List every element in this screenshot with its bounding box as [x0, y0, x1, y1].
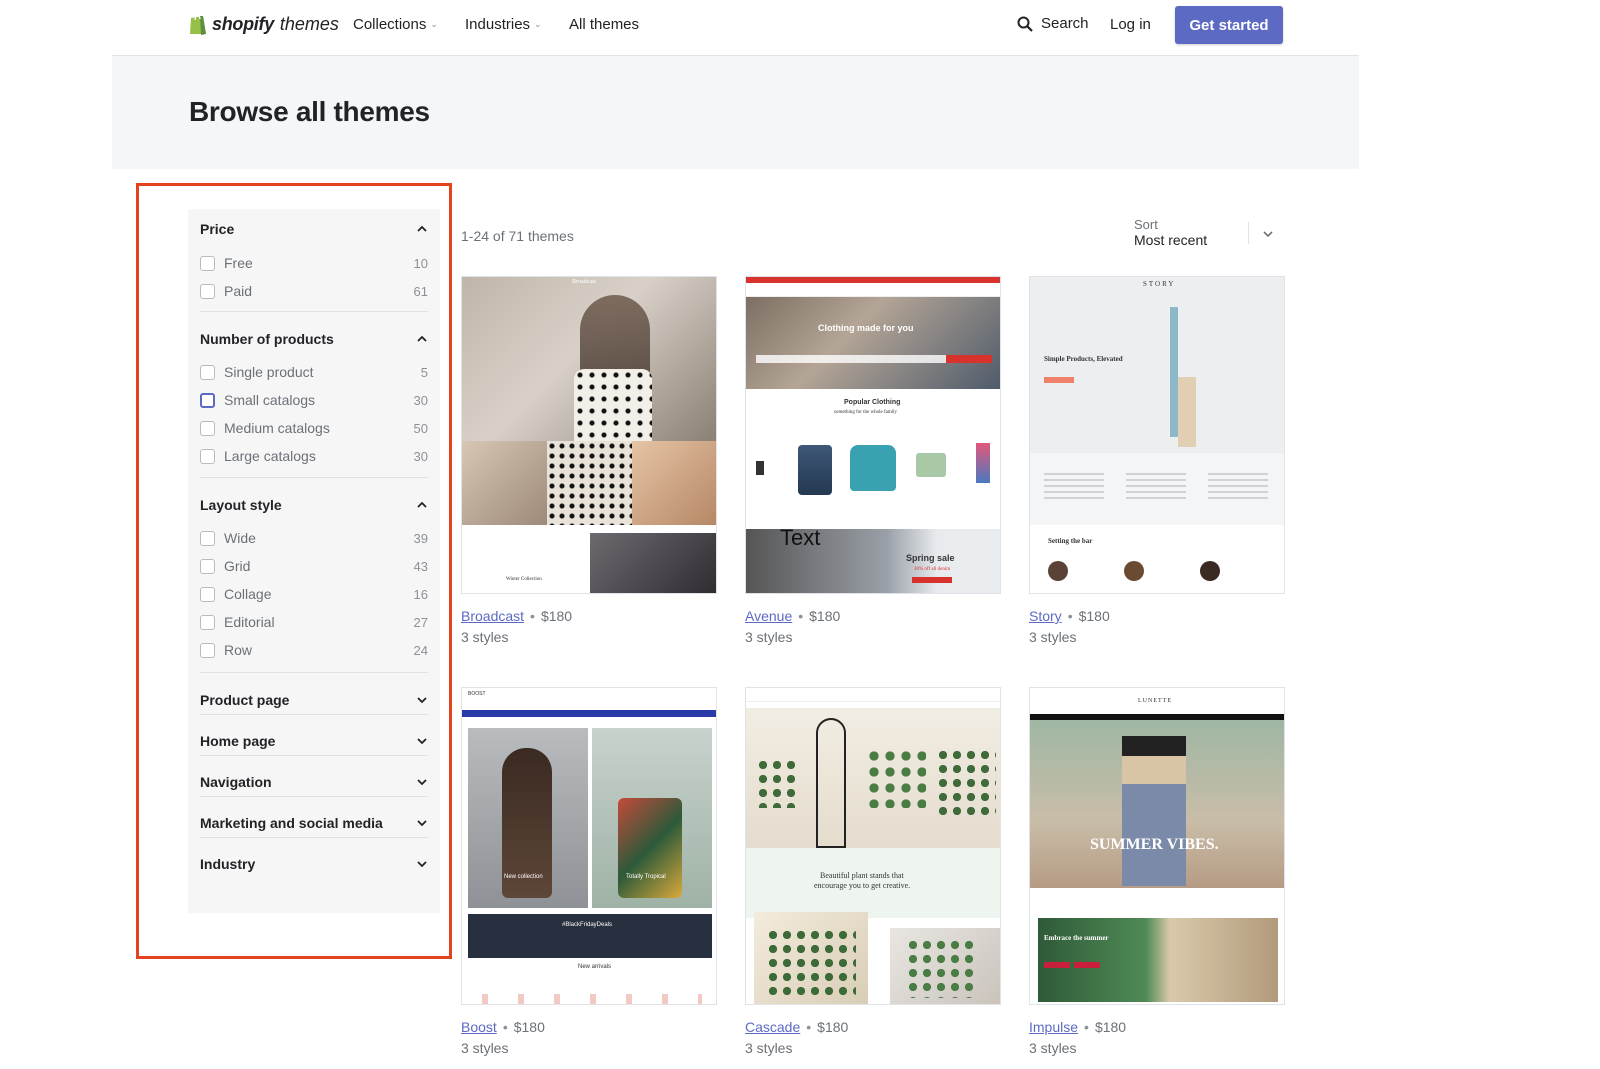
search-icon [1017, 16, 1033, 32]
theme-meta: Cascade • $180 [745, 1019, 1001, 1035]
top-navigation-bar: shopify themes Collections ⌄ Industries … [0, 0, 1600, 56]
separator-dot: • [1067, 608, 1073, 624]
theme-price: $180 [513, 1019, 545, 1035]
impulse-hero-text: SUMMER VIBES. [1090, 836, 1219, 853]
theme-name-link[interactable]: Avenue [745, 608, 792, 624]
shopify-themes-logo[interactable]: shopify themes [188, 12, 339, 36]
avenue-sale-subtitle: 30% off all denim [914, 567, 951, 572]
avenue-section-title: Popular Clothing [844, 399, 901, 406]
cascade-text-line1: Beautiful plant stands that [820, 871, 904, 880]
sort-label: Sort [1134, 217, 1158, 232]
theme-meta: Story • $180 [1029, 608, 1285, 624]
theme-name-link[interactable]: Cascade [745, 1019, 800, 1035]
login-link[interactable]: Log in [1110, 16, 1151, 33]
broadcast-promo: Winter Collection [506, 577, 542, 582]
nav-collections[interactable]: Collections ⌄ [353, 16, 438, 33]
chevron-down-icon: ⌄ [534, 19, 542, 29]
theme-meta: Broadcast • $180 [461, 608, 717, 624]
theme-price: $180 [1094, 1019, 1127, 1035]
search-label: Search [1041, 15, 1089, 32]
chevron-down-icon [1263, 231, 1273, 238]
sort-value: Most recent [1134, 232, 1208, 248]
filter-highlight-box [136, 183, 452, 959]
boost-banner: #BlackFridayDeals [562, 922, 613, 928]
theme-thumbnail[interactable]: LUNETTE SUMMER VIBES. Embrace the summer [1029, 687, 1285, 1005]
theme-price: $180 [1078, 608, 1110, 624]
theme-thumbnail[interactable]: BOOST New collection Totally Tropical #B… [461, 687, 717, 1005]
impulse-promo: Embrace the summer [1044, 934, 1109, 942]
brand-name: shopify [212, 13, 274, 34]
page-title: Browse all themes [189, 96, 430, 127]
avenue-sale-title: Spring sale [906, 553, 955, 563]
results-count: 1-24 of 71 themes [461, 228, 574, 244]
theme-name-link[interactable]: Boost [461, 1019, 497, 1035]
avenue-hero-text: Clothing made for you [818, 323, 914, 333]
theme-price: $180 [540, 608, 573, 624]
nav-collections-label: Collections [353, 16, 427, 33]
story-logo: STORY [1143, 280, 1176, 288]
theme-meta: Impulse • $180 [1029, 1019, 1285, 1035]
search-link[interactable]: Search [1017, 15, 1089, 32]
story-footer-heading: Setting the bar [1048, 537, 1093, 545]
boost-tag-tropical: Totally Tropical [626, 874, 666, 880]
nav-all-themes-label: All themes [569, 16, 640, 33]
theme-meta: Boost • $180 [461, 1019, 717, 1035]
theme-price: $180 [817, 1019, 849, 1035]
sort-divider [1248, 222, 1249, 244]
theme-styles-count: 3 styles [1029, 629, 1077, 645]
theme-styles-count: 3 styles [461, 1040, 509, 1056]
separator-dot: • [806, 1019, 812, 1035]
theme-thumbnail[interactable]: Beautiful plant stands that encourage yo… [745, 687, 1001, 1005]
get-started-button[interactable]: Get started [1175, 6, 1283, 44]
boost-logo: BOOST [468, 691, 486, 697]
theme-thumbnail[interactable]: Clothing made for you Popular Clothing s… [745, 276, 1001, 594]
boost-tag-new: New collection [504, 874, 543, 880]
separator-dot: • [1084, 1019, 1089, 1035]
sort-dropdown[interactable]: Sort Most recent [1130, 218, 1282, 252]
broadcast-title: Broadcast [572, 279, 596, 285]
avenue-section-subtitle: something for the whole family [834, 410, 898, 415]
theme-name-link[interactable]: Impulse [1029, 1019, 1078, 1035]
theme-price: $180 [809, 608, 841, 624]
story-heading: Simple Products, Elevated [1044, 355, 1123, 363]
theme-styles-count: 3 styles [745, 629, 793, 645]
shopify-bag-icon [190, 15, 206, 35]
theme-styles-count: 3 styles [745, 1040, 793, 1056]
avenue-banner-word: Text [780, 525, 821, 550]
theme-meta: Avenue • $180 [745, 608, 1001, 624]
cascade-text-line2: encourage you to get creative. [814, 881, 911, 890]
theme-styles-count: 3 styles [461, 629, 509, 645]
impulse-logo: LUNETTE [1138, 698, 1172, 704]
nav-industries[interactable]: Industries ⌄ [465, 16, 542, 33]
brand-suffix: themes [279, 13, 339, 34]
separator-dot: • [530, 608, 535, 624]
nav-industries-label: Industries [465, 16, 531, 33]
theme-name-link[interactable]: Broadcast [461, 608, 524, 624]
separator-dot: • [502, 1019, 508, 1035]
page-hero: Browse all themes [112, 56, 1359, 169]
theme-name-link[interactable]: Story [1029, 608, 1062, 624]
boost-arrivals: New arrivals [578, 964, 612, 970]
nav-all-themes[interactable]: All themes [569, 16, 639, 33]
theme-thumbnail[interactable]: STORY Simple Products, Elevated Setting … [1029, 276, 1285, 594]
theme-thumbnail[interactable]: Broadcast Winter Collection [461, 276, 717, 594]
separator-dot: • [798, 608, 804, 624]
theme-styles-count: 3 styles [1029, 1040, 1077, 1056]
chevron-down-icon: ⌄ [430, 19, 438, 29]
